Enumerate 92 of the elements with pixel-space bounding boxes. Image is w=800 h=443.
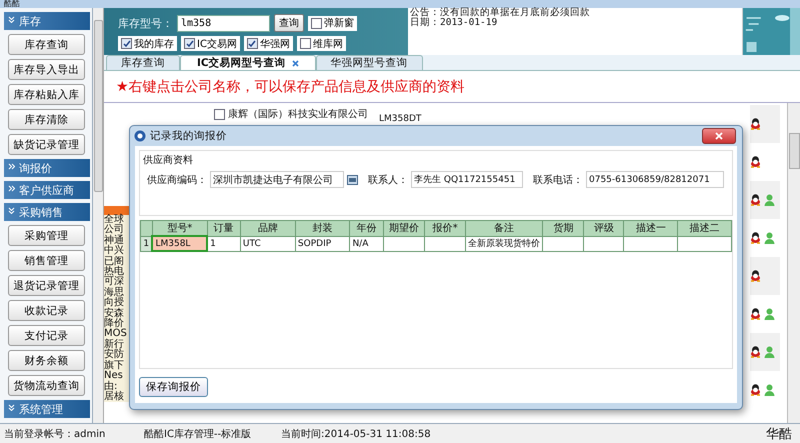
news-panel: 全球 公司 神通 中兴 已阁 热电 可深 海思 向授 安森 降价 MOS 新行 安防 旗下 Nes 由: 居核 bbox=[104, 206, 129, 402]
hint-text: ★右键点击公司名称，可以保存产品信息及供应商的资料 bbox=[104, 71, 800, 103]
company-checkbox[interactable]: 康辉（国际）科技实业有限公司 bbox=[214, 107, 368, 121]
sidebar-button[interactable]: 采购管理 bbox=[8, 225, 85, 246]
checkmark-icon bbox=[248, 40, 256, 48]
sidebar-button[interactable]: 库存导入导出 bbox=[8, 59, 85, 80]
sidebar-button[interactable]: 库存查询 bbox=[8, 34, 85, 55]
field-label: 联系电话： bbox=[533, 174, 583, 186]
chevron-icon bbox=[8, 404, 15, 411]
column-header[interactable]: 货期 bbox=[542, 220, 584, 236]
sidebar-button[interactable]: 缺货记录管理 bbox=[8, 134, 85, 155]
search-label: 库存型号： bbox=[118, 16, 173, 30]
sidebar-button[interactable]: 收款记录 bbox=[8, 300, 85, 321]
search-button[interactable]: 查询 bbox=[274, 14, 304, 32]
chevron-icon bbox=[8, 163, 15, 170]
chevron-icon bbox=[8, 207, 15, 214]
sidebar-button[interactable]: 库存清除 bbox=[8, 109, 85, 130]
dialog-title: 记录我的询报价 bbox=[150, 129, 227, 143]
app-icon bbox=[134, 130, 146, 142]
sidebar-section[interactable]: 库存 bbox=[4, 12, 90, 30]
penguin-icon[interactable] bbox=[750, 118, 761, 130]
penguin-icon[interactable] bbox=[750, 308, 761, 320]
table-cell[interactable] bbox=[424, 236, 466, 251]
chevron-icon bbox=[8, 185, 15, 192]
scrollbar-thumb[interactable] bbox=[788, 133, 800, 169]
sidebar-button[interactable]: 财务余额 bbox=[8, 350, 85, 371]
source-checkbox[interactable]: IC交易网 bbox=[181, 36, 240, 51]
table-cell[interactable]: N/A bbox=[350, 236, 384, 251]
sidebar-button[interactable]: 库存粘贴入库 bbox=[8, 84, 85, 105]
checkmark-icon bbox=[122, 40, 130, 48]
lookup-icon[interactable] bbox=[347, 174, 358, 184]
sidebar-button[interactable]: 货物流动查询 bbox=[8, 375, 85, 396]
field-label: 供应商编码： bbox=[147, 174, 207, 186]
column-header[interactable]: 封装 bbox=[295, 220, 350, 236]
text-field[interactable]: 深圳市凯捷达电子有限公司 bbox=[210, 171, 344, 188]
table-cell[interactable]: LM358L bbox=[152, 236, 208, 251]
table-cell[interactable] bbox=[678, 236, 732, 251]
column-header[interactable]: 描述二 bbox=[678, 220, 732, 236]
notice-text: 公告：没有回款的单据在月底前必须回款 日期：2013-01-19 bbox=[408, 8, 743, 55]
sidebar-section[interactable]: 客户供应商 bbox=[4, 181, 90, 199]
source-checkbox[interactable]: 我的库存 bbox=[118, 36, 177, 51]
column-header[interactable]: 订量 bbox=[207, 220, 240, 236]
brand-text: 华酷 bbox=[766, 426, 793, 443]
table-cell[interactable] bbox=[542, 236, 584, 251]
group-label: 供应商资料 bbox=[143, 154, 194, 167]
circuit-banner bbox=[743, 8, 800, 55]
penguin-icon[interactable] bbox=[750, 232, 761, 244]
chevron-icon bbox=[8, 16, 15, 23]
column-header[interactable]: 品牌 bbox=[240, 220, 296, 236]
column-header[interactable]: 期望价 bbox=[384, 220, 425, 236]
time-text: 当前时间:2014-05-31 11:08:58 bbox=[281, 428, 432, 441]
column-header[interactable]: 评级 bbox=[584, 220, 624, 236]
penguin-icon[interactable] bbox=[750, 156, 761, 168]
penguin-icon[interactable] bbox=[750, 194, 761, 206]
column-header[interactable]: 备注 bbox=[466, 220, 543, 236]
text-field[interactable]: 0755-61306859/82812071 bbox=[586, 171, 724, 188]
sidebar-button[interactable]: 退货记录管理 bbox=[8, 275, 85, 296]
table-cell[interactable] bbox=[624, 236, 678, 251]
sidebar-section[interactable]: 询报价 bbox=[4, 159, 90, 177]
table-cell[interactable]: 1 bbox=[207, 236, 240, 251]
search-field[interactable]: lm358 bbox=[177, 14, 270, 32]
close-button[interactable] bbox=[702, 128, 736, 144]
source-checkbox[interactable]: 华强网 bbox=[244, 36, 293, 51]
sidebar-button[interactable]: 销售管理 bbox=[8, 250, 85, 271]
table-cell[interactable] bbox=[584, 236, 624, 251]
checkmark-icon bbox=[186, 40, 194, 48]
popup-checkbox[interactable]: 弹新窗 bbox=[308, 16, 357, 30]
tab[interactable]: IC交易网型号查询 bbox=[180, 55, 316, 70]
column-header[interactable]: 型号* bbox=[152, 220, 208, 236]
sidebar-section[interactable]: 系统管理 bbox=[4, 400, 90, 418]
scrollbar-thumb[interactable] bbox=[94, 20, 102, 192]
save-button[interactable]: 保存询报价 bbox=[139, 377, 208, 397]
penguin-icon[interactable] bbox=[750, 270, 761, 282]
text-field[interactable]: 李先生 QQ1172155451 bbox=[411, 171, 523, 188]
column-header[interactable]: 报价* bbox=[424, 220, 466, 236]
column-header[interactable]: 描述一 bbox=[624, 220, 678, 236]
penguin-icon[interactable] bbox=[750, 384, 761, 396]
field-label: 联系人： bbox=[368, 174, 408, 186]
source-checkbox[interactable]: 维库网 bbox=[296, 36, 346, 51]
table-cell[interactable] bbox=[384, 236, 425, 251]
penguin-icon[interactable] bbox=[750, 346, 761, 358]
close-icon[interactable] bbox=[292, 60, 299, 66]
part-number: LM358DT bbox=[379, 114, 422, 124]
table-cell[interactable]: UTC bbox=[240, 236, 296, 251]
tab[interactable]: 华强网型号查询 bbox=[316, 55, 423, 70]
table-cell[interactable]: SOPDIP bbox=[295, 236, 350, 251]
table-cell[interactable]: 全新原装现货特价 bbox=[466, 236, 543, 251]
sidebar-section[interactable]: 采购销售 bbox=[4, 203, 90, 221]
sidebar-button[interactable]: 支付记录 bbox=[8, 325, 85, 346]
tab[interactable]: 库存查询 bbox=[106, 55, 180, 70]
column-header[interactable]: 年份 bbox=[350, 220, 384, 236]
product-text: 酷酷IC库存管理--标准版 bbox=[144, 428, 252, 441]
